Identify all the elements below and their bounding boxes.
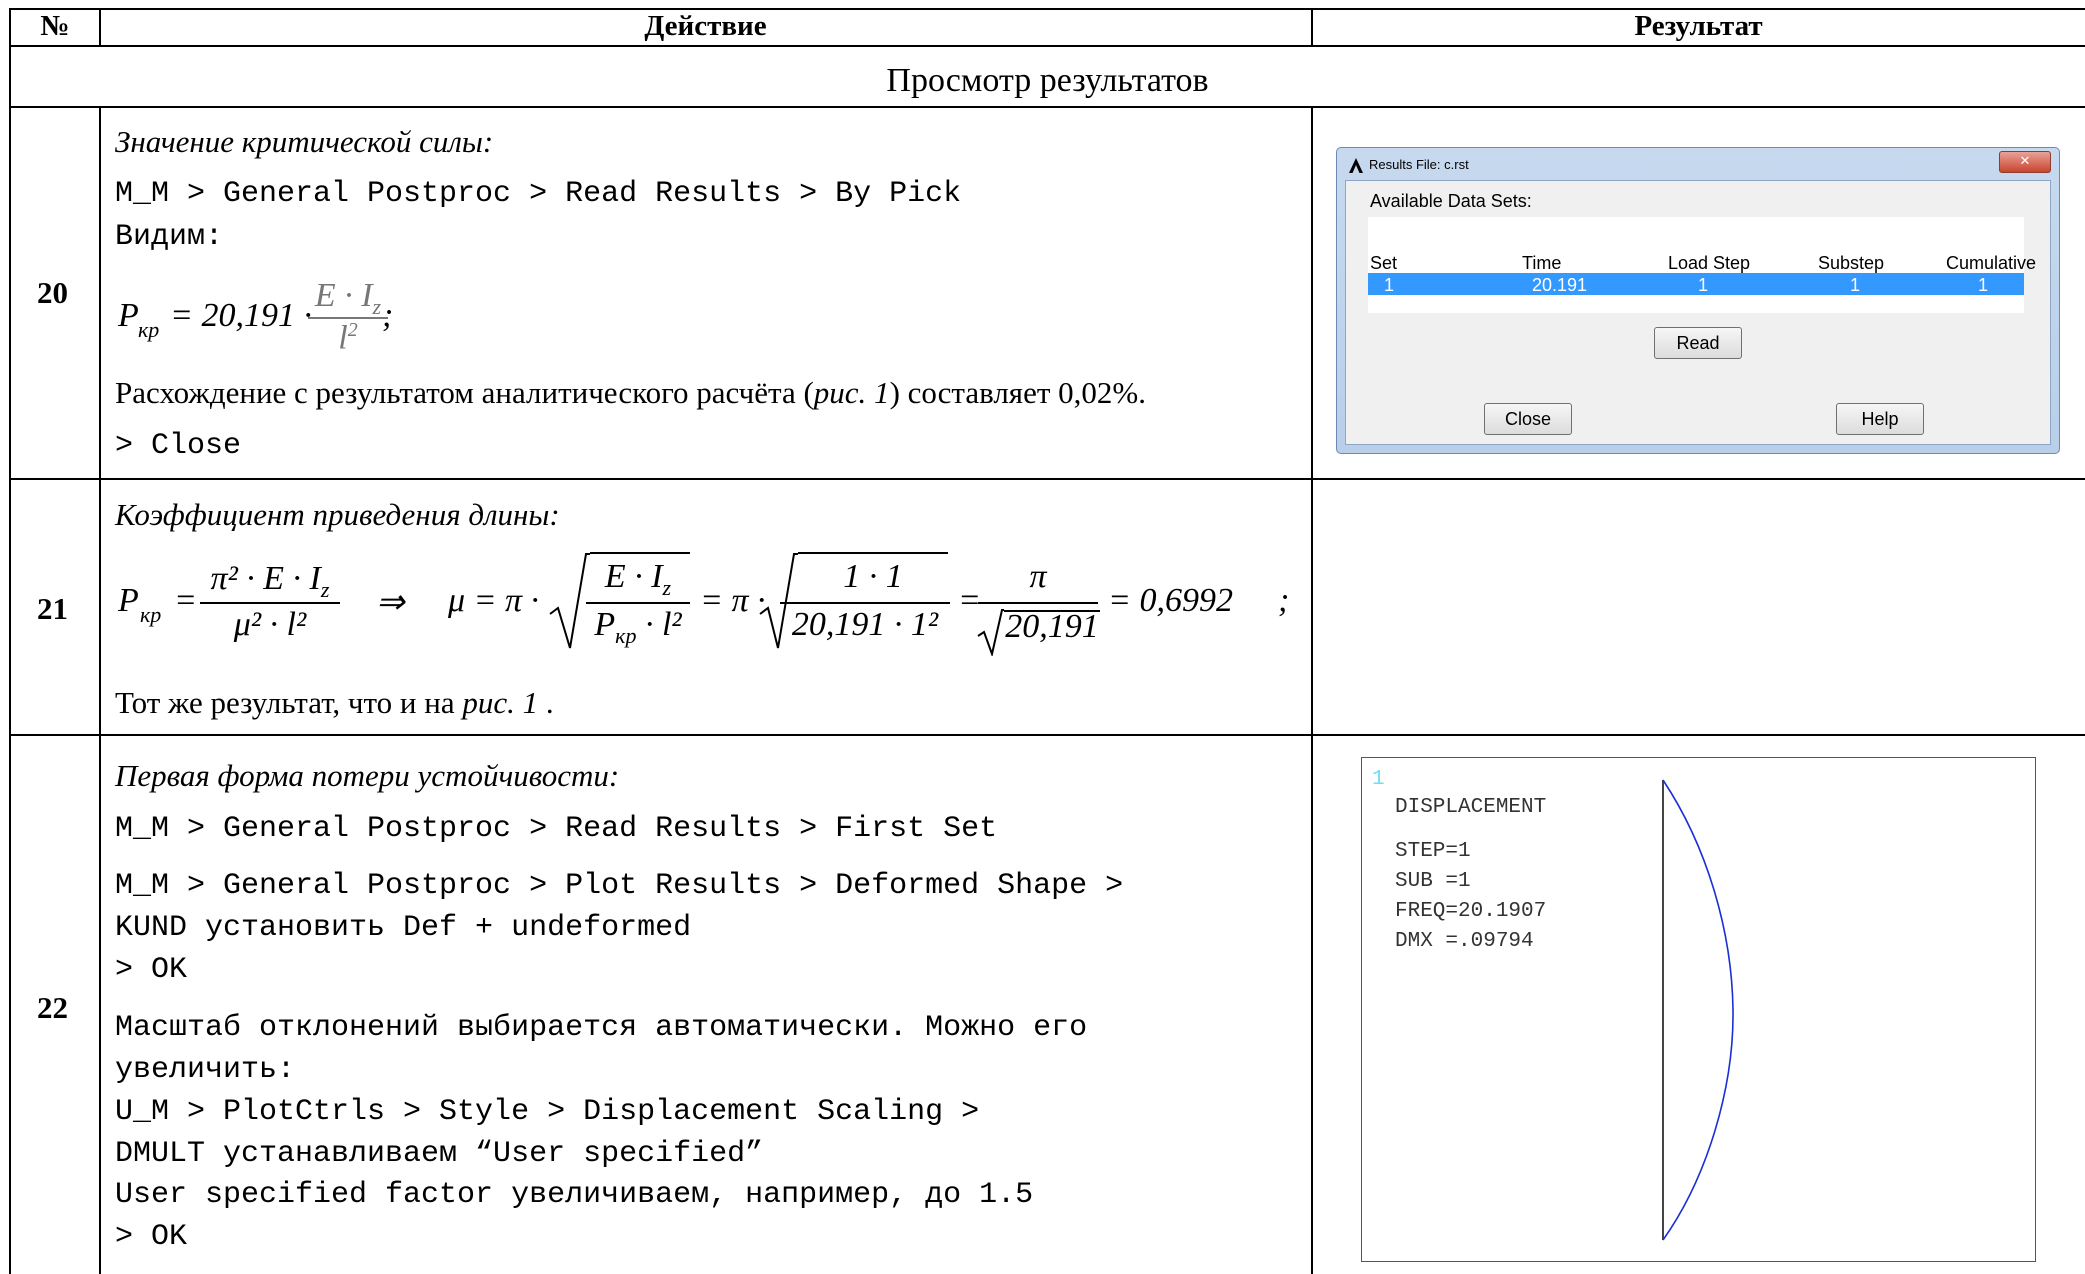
section-bottom-line — [10, 106, 2085, 108]
buckling-mode-shape — [1662, 779, 1734, 1241]
f21-frac4-num: π — [1029, 558, 1047, 595]
header-action: Действие — [644, 10, 767, 42]
close-x-icon: ✕ — [2019, 154, 2031, 169]
f21-eq-pi: = π · — [700, 582, 766, 619]
row22-line-8: DMULT устанавливаем “User specified” — [115, 1137, 764, 1171]
row22-line-1: M_M > General Postproc > Read Results > … — [115, 812, 998, 846]
formula-numerator: E · Iz — [314, 277, 382, 319]
col-substep: Substep — [1818, 253, 1885, 273]
f21-result: = 0,6992 — [1108, 582, 1233, 619]
f21-frac4-den: 20,191 — [1005, 608, 1099, 645]
row21-same-result: Тот же результат, что и на рис. 1 . — [115, 685, 554, 720]
cell-substep: 1 — [1850, 275, 1861, 295]
f21-frac1-num: π² · E · Iz — [210, 560, 330, 602]
f21-sqrt3-icon — [977, 609, 1004, 656]
col-load-step: Load Step — [1668, 253, 1751, 273]
row-number-20: 20 — [37, 275, 68, 310]
formula-coef: = 20,191 · — [170, 297, 312, 334]
row22-line-10: > OK — [115, 1220, 188, 1254]
col-set: Set — [1370, 253, 1398, 273]
col1-divider — [99, 106, 101, 1274]
row20-close: > Close — [115, 429, 242, 463]
f21-frac2-den: Pкр · l² — [594, 606, 682, 648]
f21-frac2-num: E · Iz — [604, 558, 672, 600]
available-data-sets-label: Available Data Sets: — [1370, 191, 1532, 211]
critical-force-formula: P кр = 20,191 · E · Iz l2 ; — [118, 277, 418, 357]
cell-load-step: 1 — [1698, 275, 1709, 295]
dialog-close-button[interactable]: ✕ — [1999, 151, 2051, 173]
dialog-body: Available Data Sets: Set Time Load Step … — [1345, 180, 2051, 445]
formula-semicolon: ; — [382, 297, 394, 334]
row22-line-2: M_M > General Postproc > Plot Results > … — [115, 869, 1124, 903]
row22-line-9: User specified factor увеличиваем, напри… — [115, 1178, 1034, 1212]
table-border-left — [9, 8, 11, 1274]
f21-p: P — [118, 582, 139, 619]
displacement-plot: 1 DISPLACEMENT STEP=1 SUB =1 FREQ=20.190… — [1361, 757, 2036, 1262]
f21-eq1: = — [174, 582, 197, 619]
cell-set: 1 — [1384, 275, 1395, 295]
row21-bottom-line — [10, 734, 2085, 736]
cell-cumulative: 1 — [1978, 275, 1989, 295]
data-set-row-selected[interactable] — [1368, 273, 2024, 295]
col-time: Time — [1522, 253, 1562, 273]
row-number-22: 22 — [37, 990, 68, 1025]
col2-divider — [1311, 106, 1313, 1274]
row22-line-5: Масштаб отклонений выбирается автоматиче… — [115, 1011, 1088, 1045]
row22-line-4: > OK — [115, 953, 188, 987]
f21-semicolon: ; — [1278, 582, 1290, 619]
f21-frac3-bar — [780, 602, 950, 604]
header-result: Результат — [1634, 10, 1763, 42]
row21-heading: Коэффициент приведения длины: — [115, 497, 560, 532]
row22-line-7: U_M > PlotCtrls > Style > Displacement S… — [115, 1095, 980, 1129]
col-cumulative: Cumulative — [1946, 253, 2037, 273]
row20-seen: Видим: — [115, 220, 224, 254]
formula-denominator: l2 — [338, 319, 358, 357]
row22-line-3: KUND установить Def + undeformed — [115, 911, 692, 945]
row-number-21: 21 — [37, 591, 68, 626]
f21-frac3-den: 20,191 · 1² — [791, 606, 939, 643]
close-button[interactable]: Close — [1484, 403, 1572, 435]
dialog-title: Results File: c.rst — [1369, 157, 1469, 172]
formula-p: P — [118, 297, 139, 334]
help-button[interactable]: Help — [1836, 403, 1924, 435]
section-title: Просмотр результатов — [886, 62, 1209, 99]
f21-sqrt1-overbar — [590, 552, 690, 554]
ansys-logo-icon — [1347, 156, 1365, 174]
f21-p-sub: кр — [140, 602, 162, 627]
f21-frac1-bar — [200, 602, 340, 604]
f21-arrow: ⇒ — [376, 584, 405, 621]
row20-heading: Значение критической силы: — [115, 124, 494, 159]
f21-mu: μ = π · — [448, 582, 540, 619]
read-button[interactable]: Read — [1654, 327, 1742, 359]
cell-time: 20.191 — [1532, 275, 1588, 295]
f21-sqrt2-overbar — [798, 552, 948, 554]
f21-frac2-bar — [586, 602, 690, 604]
row22-line-6: увеличить: — [115, 1053, 296, 1087]
header-bottom-line — [10, 45, 2085, 47]
formula-p-sub: кр — [138, 317, 160, 342]
row20-discrepancy: Расхождение с результатом аналитического… — [115, 375, 1146, 410]
results-file-dialog: Results File: c.rst ✕ Available Data Set… — [1336, 147, 2060, 454]
f21-frac4-bar — [978, 602, 1098, 604]
f21-frac1-den: μ² · l² — [233, 606, 307, 643]
row22-heading: Первая форма потери устойчивости: — [115, 758, 620, 793]
row20-bottom-line — [10, 478, 2085, 480]
f21-frac3-num: 1 · 1 — [843, 558, 903, 595]
length-coefficient-formula: P кр = π² · E · Iz μ² · l² ⇒ μ = π · E ·… — [118, 550, 1308, 660]
row20-menu-path: M_M > General Postproc > Read Results > … — [115, 177, 962, 211]
header-number: № — [40, 10, 70, 42]
deformed-shape-curve — [1662, 779, 1734, 1241]
